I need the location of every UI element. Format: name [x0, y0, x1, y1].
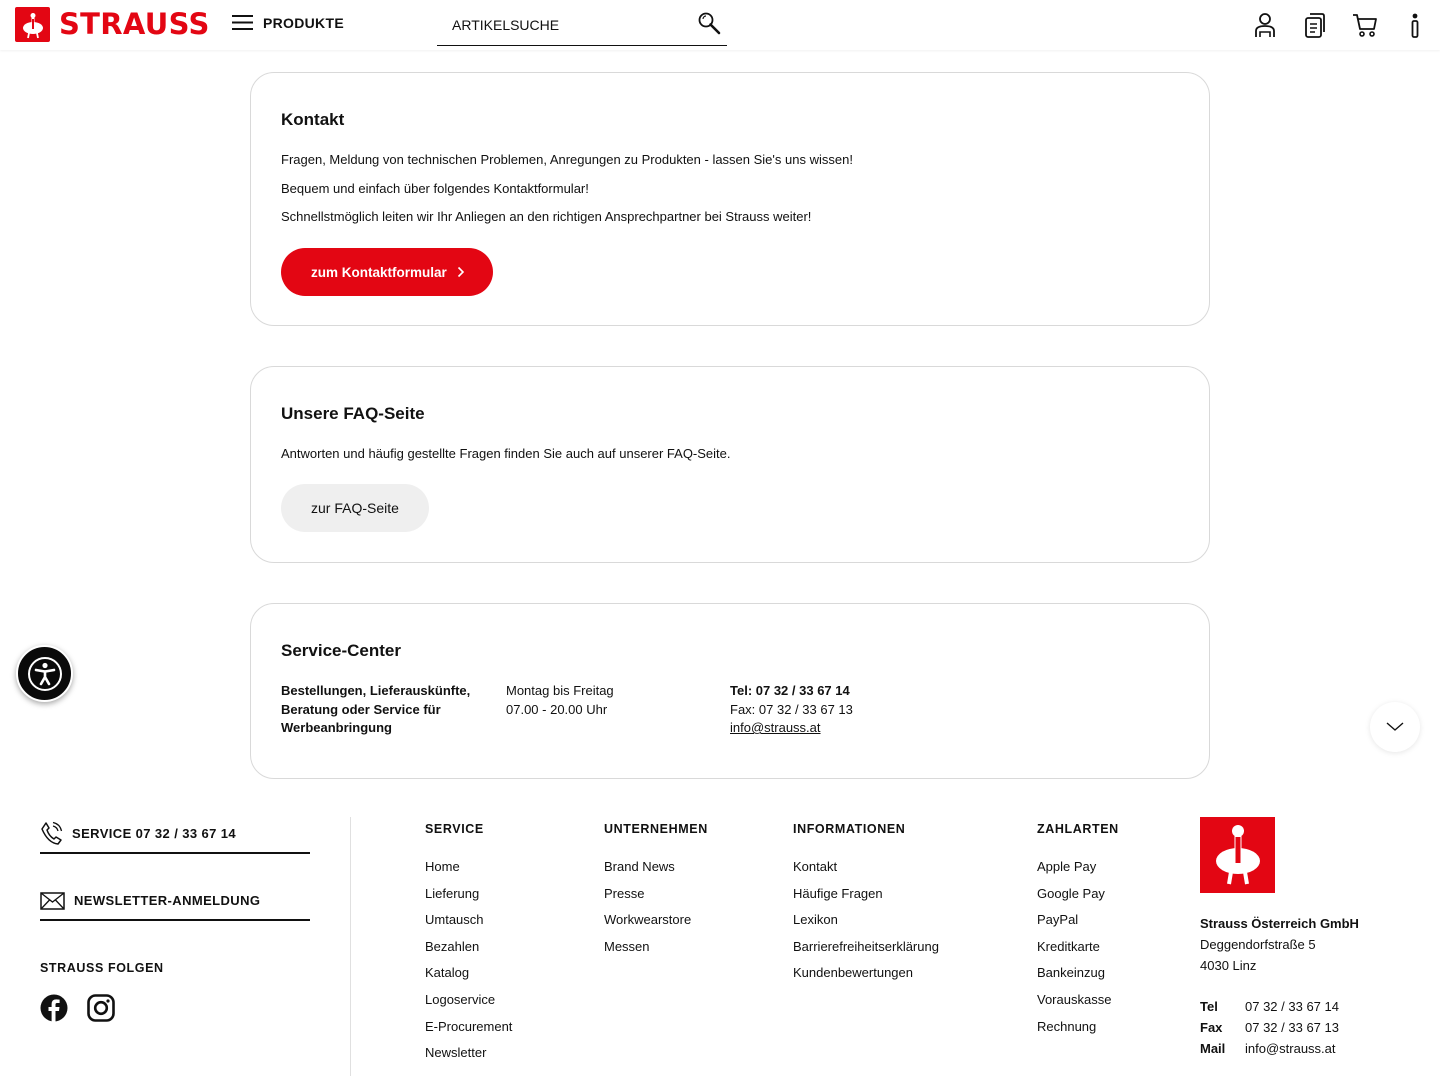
service-contact: Tel: 07 32 / 33 67 14 Fax: 07 32 / 33 67…	[730, 682, 853, 738]
footer-link[interactable]: Bezahlen	[425, 938, 512, 965]
service-hours: Montag bis Freitag 07.00 - 20.00 Uhr	[506, 682, 614, 719]
company-mail[interactable]: info@strauss.at	[1245, 1041, 1336, 1056]
footer-link[interactable]: E-Procurement	[425, 1018, 512, 1045]
site-header: STRAUSS PRODUKTE	[0, 0, 1440, 50]
strauss-logo[interactable]: STRAUSS	[15, 7, 210, 42]
newsletter-label: NEWSLETTER-ANMELDUNG	[74, 893, 261, 908]
brand-wordmark: STRAUSS	[59, 7, 210, 41]
company-city: 4030 Linz	[1200, 958, 1257, 973]
footer-link[interactable]: Kreditkarte	[1037, 938, 1111, 965]
service-topics: Bestellungen, Lieferauskünfte, Beratung …	[281, 682, 470, 738]
faq-page-button-label: zur FAQ-Seite	[311, 500, 399, 516]
service-tel[interactable]: Tel: 07 32 / 33 67 14	[730, 682, 853, 701]
instagram-icon[interactable]	[87, 994, 115, 1022]
faq-page-button[interactable]: zur FAQ-Seite	[281, 484, 429, 532]
kontakt-text-3: Schnellstmöglich leiten wir Ihr Anliegen…	[281, 209, 812, 224]
chevron-right-icon	[457, 266, 465, 278]
footer-link[interactable]: Häufige Fragen	[793, 885, 939, 912]
footer-service-list: Home Lieferung Umtausch Bezahlen Katalog…	[425, 858, 512, 1071]
footer-link[interactable]: PayPal	[1037, 911, 1111, 938]
search-input[interactable]	[452, 14, 692, 36]
footer-link[interactable]: Umtausch	[425, 911, 512, 938]
service-days: Montag bis Freitag	[506, 683, 614, 698]
contact-form-button[interactable]: zum Kontaktformular	[281, 248, 493, 296]
service-fax: Fax: 07 32 / 33 67 13	[730, 701, 853, 717]
ostrich-logo-icon	[15, 7, 50, 42]
faq-text: Antworten und häufig gestellte Fragen fi…	[281, 446, 731, 461]
footer-link[interactable]: Brand News	[604, 858, 691, 885]
footer-unternehmen-list: Brand News Presse Workwearstore Messen	[604, 858, 691, 964]
service-center-title: Service-Center	[281, 641, 402, 660]
cart-icon[interactable]	[1352, 12, 1378, 38]
footer-link[interactable]: Home	[425, 858, 512, 885]
service-phone-link[interactable]: SERVICE 07 32 / 33 67 14	[40, 815, 310, 854]
footer-link[interactable]: Lexikon	[793, 911, 939, 938]
tel-label: Tel	[1200, 999, 1218, 1014]
info-icon[interactable]	[1402, 12, 1428, 38]
footer-link[interactable]: Barrierefreiheitserklärung	[793, 938, 939, 965]
service-center-card: Service-Center Bestellungen, Lieferauskü…	[250, 603, 1210, 779]
footer-link[interactable]: Kundenbewertungen	[793, 964, 939, 991]
service-topic-line: Bestellungen, Lieferauskünfte,	[281, 683, 471, 698]
ostrich-logo-icon	[1200, 817, 1275, 893]
footer-unternehmen-heading: UNTERNEHMEN	[604, 822, 708, 836]
company-fax-row: Fax 07 32 / 33 67 13	[1200, 1020, 1339, 1035]
footer-link[interactable]: Workwearstore	[604, 911, 691, 938]
service-phone-label: SERVICE 07 32 / 33 67 14	[72, 826, 237, 841]
scroll-down-button[interactable]	[1370, 702, 1420, 752]
mail-label: Mail	[1200, 1041, 1226, 1056]
kontakt-card: Kontakt Fragen, Meldung von technischen …	[250, 72, 1210, 326]
article-search	[437, 6, 727, 46]
accessibility-button[interactable]	[16, 645, 73, 702]
accessibility-icon	[27, 656, 62, 691]
service-topic-line: Beratung oder Service für	[281, 701, 441, 717]
kontakt-text-2: Bequem und einfach über folgendes Kontak…	[281, 181, 589, 196]
chevron-down-icon	[1386, 722, 1404, 731]
footer-link[interactable]: Kontakt	[793, 858, 939, 885]
service-topic-line: Werbeanbringung	[281, 720, 392, 735]
facebook-icon[interactable]	[40, 994, 68, 1022]
company-mail-row: Mail info@strauss.at	[1200, 1041, 1336, 1056]
envelope-icon	[40, 891, 65, 910]
company-tel-row: Tel 07 32 / 33 67 14	[1200, 999, 1339, 1014]
footer-link[interactable]: Rechnung	[1037, 1018, 1111, 1045]
products-menu-label: PRODUKTE	[263, 14, 344, 31]
products-menu-button[interactable]: PRODUKTE	[232, 14, 344, 31]
footer-link[interactable]: Logoservice	[425, 991, 512, 1018]
fax-label: Fax	[1200, 1020, 1223, 1035]
footer-link[interactable]: Google Pay	[1037, 885, 1111, 912]
newsletter-link[interactable]: NEWSLETTER-ANMELDUNG	[40, 882, 310, 921]
footer-link[interactable]: Apple Pay	[1037, 858, 1111, 885]
footer-zahlarten-list: Apple Pay Google Pay PayPal Kreditkarte …	[1037, 858, 1111, 1044]
clipboard-icon[interactable]	[1302, 12, 1328, 38]
faq-card: Unsere FAQ-Seite Antworten und häufig ge…	[250, 366, 1210, 563]
search-icon[interactable]	[697, 11, 723, 37]
service-mail-link[interactable]: info@strauss.at	[730, 719, 853, 738]
hamburger-icon	[232, 15, 253, 30]
kontakt-title: Kontakt	[281, 110, 345, 129]
footer-informationen-list: Kontakt Häufige Fragen Lexikon Barrieref…	[793, 858, 939, 991]
footer-service-heading: SERVICE	[425, 822, 484, 836]
footer-link[interactable]: Bankeinzug	[1037, 964, 1111, 991]
kontakt-text-1: Fragen, Meldung von technischen Probleme…	[281, 152, 853, 167]
footer-link[interactable]: Vorauskasse	[1037, 991, 1111, 1018]
company-fax: 07 32 / 33 67 13	[1245, 1020, 1339, 1035]
social-heading: STRAUSS FOLGEN	[40, 961, 164, 975]
phone-icon	[41, 821, 63, 845]
company-name: Strauss Österreich GmbH	[1200, 916, 1359, 931]
footer-link[interactable]: Newsletter	[425, 1044, 512, 1071]
contact-form-button-label: zum Kontaktformular	[311, 264, 447, 280]
footer-informationen-heading: INFORMATIONEN	[793, 822, 906, 836]
company-tel[interactable]: 07 32 / 33 67 14	[1245, 999, 1339, 1014]
service-time: 07.00 - 20.00 Uhr	[506, 701, 608, 717]
footer-divider	[350, 817, 351, 1076]
company-street: Deggendorfstraße 5	[1200, 937, 1316, 952]
footer-zahlarten-heading: ZAHLARTEN	[1037, 822, 1119, 836]
faq-title: Unsere FAQ-Seite	[281, 404, 425, 423]
footer-link[interactable]: Lieferung	[425, 885, 512, 912]
footer-link[interactable]: Presse	[604, 885, 691, 912]
footer-link[interactable]: Messen	[604, 938, 691, 965]
user-icon[interactable]	[1252, 12, 1278, 38]
footer-link[interactable]: Katalog	[425, 964, 512, 991]
